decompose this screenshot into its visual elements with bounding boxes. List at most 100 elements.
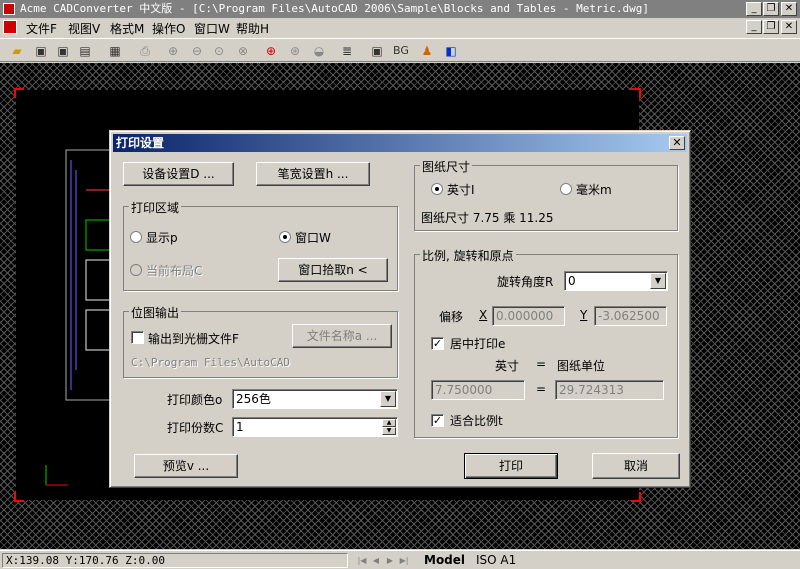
close-button[interactable]: ✕ [781,2,797,16]
copies-stepper[interactable]: 1 ▲ ▼ [232,417,398,437]
offset-y-input[interactable]: -3.062500 [594,306,667,326]
print-button[interactable]: 打印 [464,453,558,479]
pan-icon[interactable]: ⊛ [286,42,304,60]
spin-up-icon[interactable]: ▲ [382,419,396,427]
dialog-title: 打印设置 [116,136,165,150]
export-icon[interactable]: ▤ [76,42,94,60]
bitmap-output-label: 位图输出 [129,304,182,321]
open-icon[interactable]: ▰ [8,42,26,60]
minimize-button[interactable]: _ [746,2,762,16]
first-tab-icon[interactable]: |◀ [356,554,368,567]
tab-iso-a1[interactable]: ISO A1 [476,553,516,567]
raster-output-label: 输出到光栅文件F [148,332,239,346]
device-settings-button[interactable]: 设备设置D ... [123,162,234,186]
batch-convert-icon[interactable]: ◧ [442,42,460,60]
zoom-realtime-icon[interactable]: ⊕ [262,42,280,60]
menu-view[interactable]: 视图V [68,20,100,37]
scale-rotation-origin-label: 比例, 旋转和原点 [420,247,516,264]
doc-minimize-button[interactable]: _ [746,20,762,34]
save-as-icon[interactable]: ▣ [54,42,72,60]
copies-value: 1 [236,420,244,434]
menu-operation[interactable]: 操作O [152,20,185,37]
coordinate-readout: X:139.08 Y:170.76 Z:0.00 [2,553,348,568]
layers-icon[interactable]: ≣ [338,42,356,60]
doc-restore-button[interactable]: ❐ [763,20,779,34]
user-icon[interactable]: ♟ [418,42,436,60]
offset-x-input[interactable]: 0.000000 [492,306,565,326]
output-path: C:\Program Files\AutoCAD [131,356,290,369]
minimize-icon: _ [751,3,757,14]
center-print-checkbox[interactable]: ✓ [431,337,444,350]
offset-y-label: Y [580,308,588,322]
toolbar: ▰ ▣ ▣ ▤ ▦ ⎙ ⊕ ⊖ ⊙ ⊗ ⊕ ⊛ ◒ ≣ ▣ BG ♟ ◧ [0,38,800,62]
window-pick-button[interactable]: 窗口拾取n < [278,258,388,282]
scale-rotation-origin-group: 比例, 旋转和原点 旋转角度R 0 ▼ 偏移 X 0.000000 Y -3.0… [414,247,678,438]
close-icon: ✕ [784,21,794,32]
rotation-angle-value: 0 [568,274,576,288]
bitmap-output-group: 位图输出 输出到光栅文件F 文件名称a ... C:\Program Files… [123,304,398,378]
chevron-down-icon[interactable]: ▼ [650,273,666,289]
menu-bar: 文件F 视图V 格式M 操作O 窗口W 帮助H [0,18,800,37]
layout-icon[interactable]: ▣ [368,42,386,60]
zoom-window-icon[interactable]: ⊙ [210,42,228,60]
window-title: Acme CADConverter 中文版 - [C:\Program File… [20,2,650,15]
app-icon[interactable] [3,3,15,15]
tab-model[interactable]: Model [424,553,465,567]
background-button[interactable]: BG [390,42,412,60]
menu-window[interactable]: 窗口W [194,20,230,37]
offset-x-label: X [479,308,488,322]
rotation-angle-label: 旋转角度R [497,275,554,289]
pen-width-settings-button[interactable]: 笔宽设置h ... [256,162,370,186]
equals-label: = [536,357,547,371]
display-radio[interactable] [130,231,142,243]
restore-icon: ❐ [766,21,776,32]
current-layout-radio[interactable] [130,264,142,276]
print-color-select[interactable]: 256色 ▼ [232,389,398,409]
chevron-down-icon[interactable]: ▼ [380,391,396,407]
print-color-value: 256色 [236,392,271,406]
doc-close-button[interactable]: ✕ [781,20,797,34]
minimize-icon: _ [751,21,757,32]
last-tab-icon[interactable]: ▶| [398,554,410,567]
print-settings-dialog: 打印设置 ✕ 设备设置D ... 笔宽设置h ... 打印区域 显示p 窗口W … [109,130,691,488]
restore-button[interactable]: ❐ [763,2,779,16]
fit-scale-checkbox[interactable]: ✓ [431,414,444,427]
raster-output-checkbox[interactable] [131,331,144,344]
menu-format[interactable]: 格式M [110,20,144,37]
zoom-in-icon[interactable]: ⊕ [164,42,182,60]
dialog-close-button[interactable]: ✕ [669,136,685,150]
paper-size-text: 图纸尺寸 7.75 乘 11.25 [421,211,554,225]
preview-button[interactable]: 预览v ... [134,454,238,478]
paper-corner [631,492,641,502]
close-icon: ✕ [672,136,682,149]
cancel-button[interactable]: 取消 [592,453,680,479]
inch-radio-label: 英寸I [447,183,475,197]
inch-column-label: 英寸 [495,359,520,373]
paper-units-column-label: 图纸单位 [557,359,606,373]
paper-corner [14,88,24,98]
spin-down-icon[interactable]: ▼ [382,427,396,435]
offset-label: 偏移 [439,310,464,324]
dialog-titlebar: 打印设置 ✕ [113,134,687,152]
inch-radio[interactable] [431,183,443,195]
mm-radio[interactable] [560,183,572,195]
paper-corner [631,88,641,98]
print-icon[interactable]: ⎙ [136,42,154,60]
window-radio[interactable] [279,231,291,243]
restore-icon: ❐ [766,3,776,14]
rotation-angle-select[interactable]: 0 ▼ [564,271,668,291]
inch-input[interactable]: 7.750000 [431,380,525,400]
paper-size-label: 图纸尺寸 [420,158,473,175]
orbit-icon[interactable]: ◒ [310,42,328,60]
prev-tab-icon[interactable]: ◀ [370,554,382,567]
zoom-extents-icon[interactable]: ⊗ [234,42,252,60]
filename-button[interactable]: 文件名称a ... [292,324,392,348]
menu-help[interactable]: 帮助H [236,20,269,37]
print-setup-icon[interactable]: ▦ [106,42,124,60]
next-tab-icon[interactable]: ▶ [384,554,396,567]
save-icon[interactable]: ▣ [32,42,50,60]
menu-file[interactable]: 文件F [26,20,57,37]
document-icon[interactable] [3,20,17,34]
paper-units-input[interactable]: 29.724313 [555,380,664,400]
zoom-out-icon[interactable]: ⊖ [188,42,206,60]
